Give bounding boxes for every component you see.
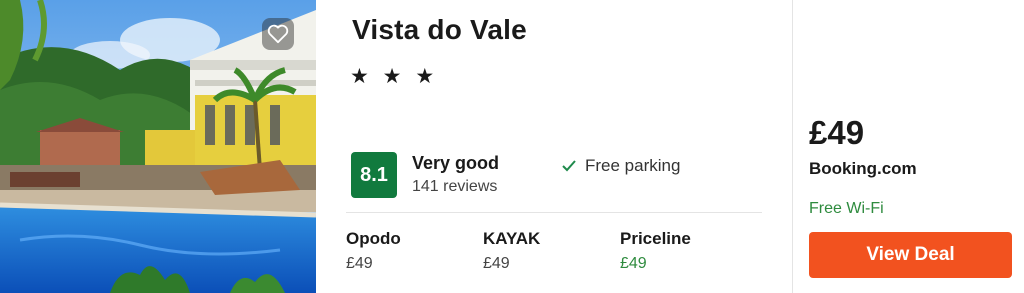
review-score-badge: 8.1 bbox=[351, 152, 397, 198]
view-deal-button[interactable]: View Deal bbox=[809, 232, 1012, 278]
best-price: £49 bbox=[809, 114, 865, 151]
deal-perk: Free Wi-Fi bbox=[809, 200, 884, 217]
provider-deal-opodo[interactable]: Opodo £49 bbox=[346, 229, 401, 273]
hotel-photo[interactable] bbox=[0, 0, 316, 293]
provider-name: Priceline bbox=[620, 229, 691, 248]
favorite-button[interactable] bbox=[262, 18, 294, 50]
column-divider bbox=[792, 0, 793, 293]
provider-price: £49 bbox=[346, 255, 373, 272]
provider-price: £49 bbox=[483, 255, 510, 272]
check-icon bbox=[562, 160, 576, 172]
review-count[interactable]: 141 reviews bbox=[412, 178, 497, 196]
provider-deal-kayak[interactable]: KAYAK £49 bbox=[483, 229, 540, 273]
provider-deal-priceline[interactable]: Priceline £49 bbox=[620, 229, 691, 273]
provider-name: KAYAK bbox=[483, 229, 541, 248]
hotel-result-card: Vista do Vale ★ ★ ★ 8.1 Very good 141 re… bbox=[0, 0, 1024, 293]
hotel-name[interactable]: Vista do Vale bbox=[352, 14, 527, 46]
amenity-free-parking: Free parking bbox=[561, 156, 680, 176]
star-rating: ★ ★ ★ bbox=[350, 65, 439, 88]
heart-icon bbox=[267, 24, 289, 44]
divider bbox=[346, 212, 762, 213]
amenity-label: Free parking bbox=[585, 156, 681, 175]
rating-label: Very good bbox=[412, 153, 500, 173]
provider-price-best: £49 bbox=[620, 255, 647, 272]
provider-name: Opodo bbox=[346, 229, 401, 248]
deal-site: Booking.com bbox=[809, 159, 917, 178]
